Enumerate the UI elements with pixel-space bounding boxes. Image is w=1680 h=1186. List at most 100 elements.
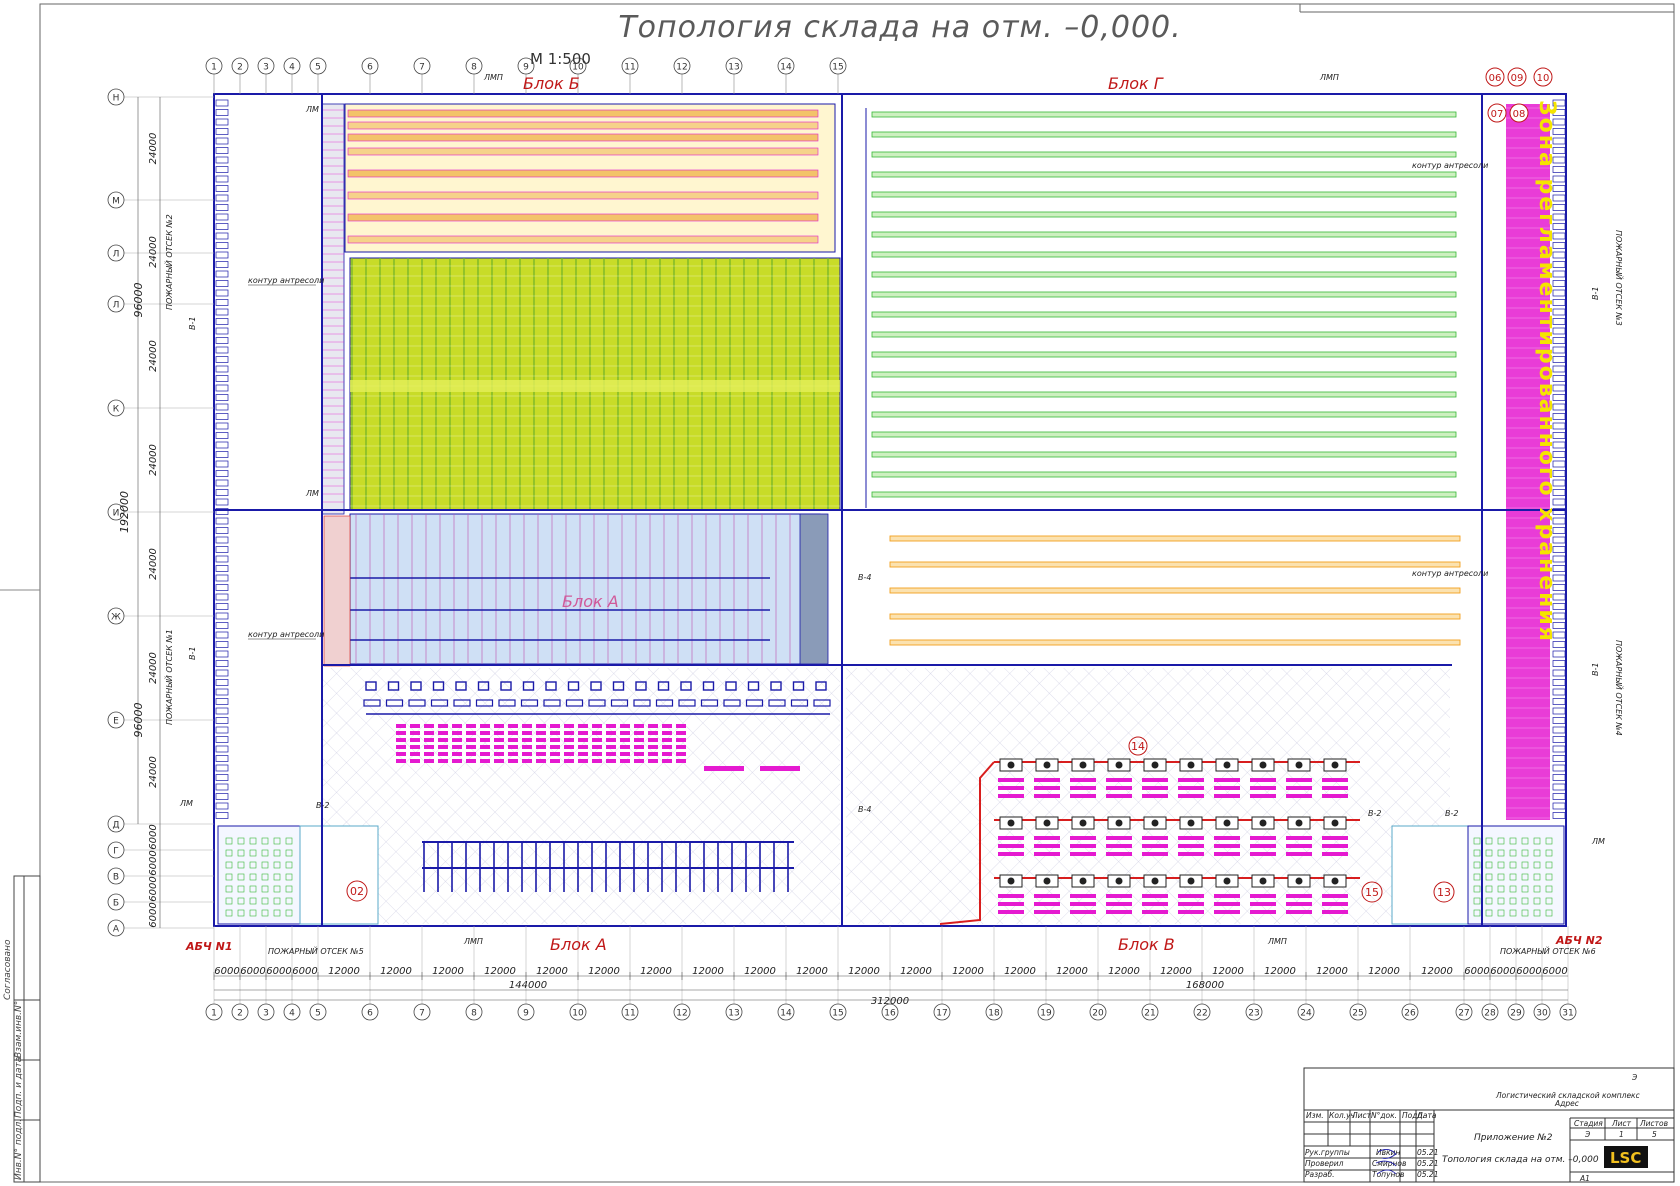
column-axis-bottom-label: 2 [237,1009,243,1019]
column-axis-bottom-label: 12 [676,1009,687,1019]
column-axis-top-label: 3 [263,63,269,73]
circle-10: 10 [1537,73,1550,84]
row-axis-label: К [113,405,120,415]
bottom-dimension-value: 12000 [1004,966,1036,977]
tb-sheet-header: Лист [1611,1119,1632,1128]
column-axis-bottom-label: 31 [1562,1009,1573,1019]
stamp-replace: Взам.инв.N° [14,1001,24,1058]
column-axis-bottom-label: 26 [1404,1009,1416,1019]
room-15: 15 [1365,886,1379,899]
row-axis-label: Д [112,821,119,831]
tb-sheet: 1 [1619,1130,1624,1139]
column-axis-bottom-label: 16 [884,1009,896,1019]
row-axis-label: А [113,925,120,935]
column-axis-bottom-label: 8 [471,1009,477,1019]
lmp-label-bottom-right: ЛМП [1267,937,1287,946]
circle-09: 09 [1511,73,1524,84]
column-axis-bottom-label: 24 [1300,1009,1312,1019]
company-logo: LSC [1604,1146,1648,1168]
v1-label-right-bottom: В-1 [1591,663,1600,676]
block-b-label: Блок Б [523,74,580,93]
left-dimension-lower: 24000 [148,548,159,580]
column-axis-bottom-label: 13 [728,1009,739,1019]
drawing-title: Топология склада на отм. –0,000. [618,10,1182,45]
room-13: 13 [1437,886,1451,899]
tb-sheets-header: Листов [1639,1119,1668,1128]
column-axis-bottom-label: 17 [936,1009,947,1019]
tb-row2-name: Смирнов [1372,1159,1406,1168]
tb-row3-date: 05.21 [1417,1170,1438,1179]
left-dimension-lower: 24000 [148,756,159,788]
row-axis-label: Н [113,94,120,104]
tb-h-list: Лист [1351,1111,1372,1120]
tb-row1-role: Рук.группы [1305,1148,1350,1157]
bottom-dimension-value: 12000 [1316,966,1348,977]
column-axis-bottom-label: 22 [1196,1009,1207,1019]
tb-address: Адрес [1554,1099,1580,1108]
warehouse-topology-drawing: Согласовано Взам.инв.N° Подп. и дата Инв… [0,3,1675,1183]
row-axis-label: М [112,197,120,207]
mezzanine-contour-1: контур антресоли [248,276,324,285]
v1-label-left-top: В-1 [188,317,197,330]
tb-appendix: Приложение №2 [1474,1133,1553,1143]
tb-sheets: 5 [1652,1130,1657,1139]
left-dimension-small: 6000 [148,876,159,901]
tb-row3-role: Разраб. [1305,1170,1334,1179]
bottom-dimension-value: 6000 [1464,966,1489,977]
v2-label-3: В-2 [1445,809,1458,818]
column-axis-bottom-label: 4 [289,1009,295,1019]
bottom-dimension-value: 12000 [1108,966,1140,977]
circle-06: 06 [1489,73,1502,84]
bottom-dimension-value: 12000 [1421,966,1453,977]
tb-row3-name: Топунов [1372,1170,1404,1179]
v1-label-left-bottom: В-1 [188,647,197,660]
row-axis-label: Е [113,717,119,727]
lm-label-4: ЛМ [305,489,319,498]
column-axis-bottom-label: 11 [624,1009,635,1019]
tb-code: Э [1631,1073,1638,1082]
bottom-dimension-value: 12000 [1056,966,1088,977]
dimension-total-overall: 312000 [871,996,909,1007]
v1-label-right-top: В-1 [1591,287,1600,300]
bottom-dimension-value: 12000 [380,966,412,977]
v4-label-2: В-4 [858,805,871,814]
circle-07: 07 [1491,109,1504,120]
block-g-label: Блок Г [1108,74,1164,93]
tb-format: А1 [1579,1174,1590,1183]
fire-compartment-2: ПОЖАРНЫЙ ОТСЕК №2 [163,214,174,310]
stamp-agreed: Согласовано [3,939,13,1000]
column-axis-bottom-label: 29 [1510,1009,1522,1019]
column-axis-bottom-label: 21 [1144,1009,1155,1019]
block-v-bottom-label: Блок В [1118,935,1175,954]
fire-compartment-4: ПОЖАРНЫЙ ОТСЕК №4 [1614,640,1625,736]
drawing-scale: М 1:500 [530,50,591,68]
circle-08: 08 [1513,109,1526,120]
left-dimension-lower-total: 96000 [132,703,145,738]
room-02: 02 [350,885,364,898]
left-dimension-chain: 2400024000240002400024000240002400060006… [118,97,161,928]
bottom-dimension-value: 12000 [1160,966,1192,977]
column-axis-top-label: 9 [523,63,529,73]
abch-1-label: АБЧ N1 [185,940,232,953]
stamp-inv: Инв.N° подл. [14,1119,24,1180]
column-axis-top-label: 12 [676,63,687,73]
lm-label-3: ЛМ [305,105,319,114]
abch-2-label: АБЧ N2 [1555,934,1603,947]
bottom-dimension-value: 12000 [692,966,724,977]
left-dimension-upper: 24000 [148,236,159,268]
row-axis-label: Ж [111,613,121,623]
column-axis-bottom-label: 6 [367,1009,373,1019]
stamp-sign-date: Подп. и дата [14,1057,24,1118]
column-axis-bottom-label: 19 [1040,1009,1052,1019]
column-axis-top-label: 1 [211,63,217,73]
tb-h-izm: Изм. [1306,1111,1324,1120]
left-dimension-upper: 24000 [148,444,159,476]
v4-label-1: В-4 [858,573,871,582]
bottom-dimension-value: 12000 [848,966,880,977]
column-axis-bottom-label: 3 [263,1009,269,1019]
bottom-dimension-value: 6000 [266,966,291,977]
bottom-dimension-value: 12000 [588,966,620,977]
lm-label-1: ЛМ [179,799,193,808]
column-axis-bottom-label: 28 [1484,1009,1496,1019]
tb-sheet-title: Топология склада на отм. –0,000 [1442,1155,1599,1165]
